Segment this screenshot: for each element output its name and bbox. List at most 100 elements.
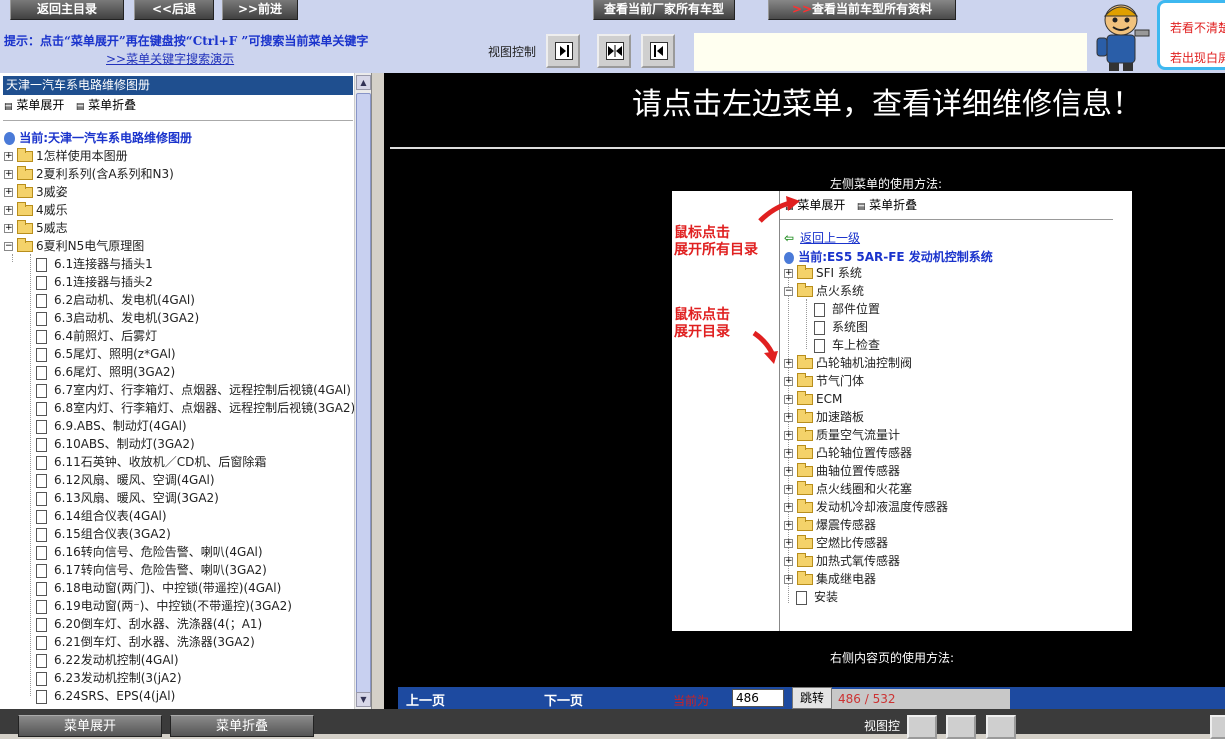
- list-item[interactable]: 6.3启动机、发电机(3GA2): [36, 309, 199, 327]
- current-location: 当前:天津一汽车系电路维修图册: [4, 129, 192, 146]
- demo-tree-row: 系统图: [814, 318, 868, 336]
- collapse-toggle-icon[interactable]: −: [4, 242, 13, 251]
- list-item[interactable]: 6.18电动窗(两门)、中控锁(带遥控)(4GAl): [36, 579, 281, 597]
- folder-row[interactable]: +5威志: [4, 219, 68, 237]
- all-data-button[interactable]: >>查看当前车型所有资料: [768, 0, 956, 20]
- list-item[interactable]: 6.10ABS、制动灯(3GA2): [36, 435, 195, 453]
- menu-collapse-link[interactable]: 菜单折叠: [88, 98, 136, 112]
- list-item[interactable]: 6.15组合仪表(3GA2): [36, 525, 171, 543]
- list-item[interactable]: 6.14组合仪表(4GAl): [36, 507, 167, 525]
- back-home-button[interactable]: 返回主目录: [10, 0, 124, 20]
- bottom-extra-button[interactable]: [1210, 715, 1225, 739]
- scroll-thumb[interactable]: [356, 93, 371, 703]
- forward-button[interactable]: >>前进: [222, 0, 298, 20]
- list-item[interactable]: 6.2启动机、发电机(4GAl): [36, 291, 195, 309]
- list-item[interactable]: 6.6尾灯、照明(3GA2): [36, 363, 175, 381]
- globe-icon: [784, 251, 794, 264]
- folder-row[interactable]: +1怎样使用本图册: [4, 147, 128, 165]
- expand-toggle-icon[interactable]: +: [4, 152, 13, 161]
- list-item[interactable]: 6.1连接器与插头2: [36, 273, 153, 291]
- mechanic-mascot-icon: [1089, 0, 1153, 72]
- scroll-up-icon[interactable]: ▲: [356, 75, 371, 90]
- demo-row-label: 节气门体: [816, 374, 865, 388]
- view-right-button[interactable]: [641, 34, 675, 68]
- list-item[interactable]: 6.19电动窗(两⁻)、中控锁(不带遥控)(3GA2): [36, 597, 292, 615]
- list-item[interactable]: 6.20倒车灯、刮水器、洗涤器(4(；A1): [36, 615, 262, 633]
- left-scrollbar[interactable]: ▲ ▼: [354, 73, 371, 709]
- folder-row[interactable]: +4威乐: [4, 201, 68, 219]
- list-item[interactable]: 6.9.ABS、制动灯(4GAl): [36, 417, 187, 435]
- expand-icon: ▤: [4, 102, 13, 112]
- folder-icon: [797, 499, 813, 513]
- list-item[interactable]: 6.17转向信号、危险告警、喇叭(3GA2): [36, 561, 267, 579]
- list-item[interactable]: 6.7室内灯、行李箱灯、点烟器、远程控制后视镜(4GAl): [36, 381, 351, 399]
- expand-toggle-icon: +: [784, 448, 793, 458]
- folder-icon: [797, 535, 813, 549]
- demo-current-label: 当前:ES5 5AR-FE 发动机控制系统: [798, 250, 993, 264]
- scroll-down-icon[interactable]: ▼: [356, 692, 371, 707]
- document-icon: [36, 401, 47, 416]
- demo-tree-row: − 点火系统: [784, 282, 864, 300]
- list-item[interactable]: 6.22发动机控制(4GAl): [36, 651, 179, 669]
- red-arrow-icon: [752, 330, 778, 364]
- promo-box[interactable]: 若看不清楚 若出现白屏: [1157, 0, 1225, 70]
- search-demo-link[interactable]: >>菜单关键字搜索演示: [106, 50, 234, 67]
- demo-tree-row: + 凸轮轴位置传感器: [784, 444, 912, 462]
- demo-back-label: 返回上一级: [800, 231, 861, 245]
- all-data-label: 查看当前车型所有资料: [812, 2, 933, 16]
- demo-row-label: 爆震传感器: [816, 518, 877, 532]
- list-item[interactable]: 6.11石英钟、收放机／CD机、后窗除霜: [36, 453, 266, 471]
- list-item-label: 6.9.ABS、制动灯(4GAl): [54, 419, 187, 433]
- expand-note: 鼠标点击 展开目录: [674, 307, 730, 341]
- expand-all-note: 鼠标点击 展开所有目录: [674, 225, 758, 259]
- demo-row-label: 凸轮轴机油控制阀: [816, 356, 913, 370]
- list-item[interactable]: 6.21倒车灯、刮水器、洗涤器(3GA2): [36, 633, 255, 651]
- demo-row-label: 凸轮轴位置传感器: [816, 446, 913, 460]
- page-number-input[interactable]: 486: [732, 689, 784, 707]
- next-page-link[interactable]: 下一页: [544, 690, 583, 709]
- view-left-button[interactable]: [546, 34, 580, 68]
- expand-toggle-icon[interactable]: +: [4, 170, 13, 179]
- list-item[interactable]: 6.1连接器与插头1: [36, 255, 153, 273]
- document-icon: [36, 599, 47, 614]
- list-item[interactable]: 6.4前照灯、后雾灯: [36, 327, 157, 345]
- prev-page-link[interactable]: 上一页: [406, 690, 445, 709]
- folder-icon: [17, 148, 33, 162]
- jump-button[interactable]: 跳转: [792, 687, 832, 709]
- list-item[interactable]: 6.12风扇、暖风、空调(4GAl): [36, 471, 215, 489]
- all-models-button[interactable]: 查看当前厂家所有车型: [593, 0, 735, 20]
- bottom-view-left-button[interactable]: [907, 715, 937, 739]
- demo-row-label: 集成继电器: [816, 572, 877, 586]
- bottom-view-split-button[interactable]: [946, 715, 976, 739]
- folder-label: 2夏利系列(含A系列和N3): [36, 167, 174, 181]
- list-item-label: 6.18电动窗(两门)、中控锁(带遥控)(4GAl): [54, 581, 282, 595]
- expand-toggle-icon: +: [784, 358, 793, 368]
- list-item[interactable]: 6.13风扇、暖风、空调(3GA2): [36, 489, 219, 507]
- view-right-icon: [650, 42, 668, 60]
- document-icon: [36, 671, 47, 686]
- note-line: 展开目录: [674, 324, 730, 340]
- bottom-view-right-button[interactable]: [986, 715, 1016, 739]
- menu-expand-link[interactable]: 菜单展开: [16, 98, 64, 112]
- back-button[interactable]: <<后退: [134, 0, 214, 20]
- list-item[interactable]: 6.5尾灯、照明(z*GAl): [36, 345, 176, 363]
- demo-tree-row: + 点火线圈和火花塞: [784, 480, 912, 498]
- view-split-button[interactable]: [597, 34, 631, 68]
- page-navigation: 上一页 下一页 当前为 486 跳转 486 / 532: [398, 687, 1225, 709]
- list-item[interactable]: 6.23发动机控制(3(jA2): [36, 669, 182, 687]
- document-icon: [36, 455, 47, 470]
- list-item[interactable]: 6.16转向信号、危险告警、喇叭(4GAl): [36, 543, 263, 561]
- folder-row[interactable]: +3威姿: [4, 183, 68, 201]
- folder-icon: [17, 202, 33, 216]
- folder-row[interactable]: +2夏利系列(含A系列和N3): [4, 165, 174, 183]
- document-icon: [36, 689, 47, 704]
- demo-row-label: 空燃比传感器: [816, 536, 889, 550]
- expand-toggle-icon[interactable]: +: [4, 224, 13, 233]
- list-item[interactable]: 6.24SRS、EPS(4(jAl): [36, 687, 175, 705]
- expand-toggle-icon[interactable]: +: [4, 188, 13, 197]
- demo-row-label: 安装: [814, 590, 839, 604]
- folder-row[interactable]: − 6夏利N5电气原理图: [4, 237, 144, 255]
- expand-toggle-icon[interactable]: +: [4, 206, 13, 215]
- list-item[interactable]: 6.8室内灯、行李箱灯、点烟器、远程控制后视镜(3GA2): [36, 399, 355, 417]
- list-item-label: 6.20倒车灯、刮水器、洗涤器(4(；A1): [54, 617, 263, 631]
